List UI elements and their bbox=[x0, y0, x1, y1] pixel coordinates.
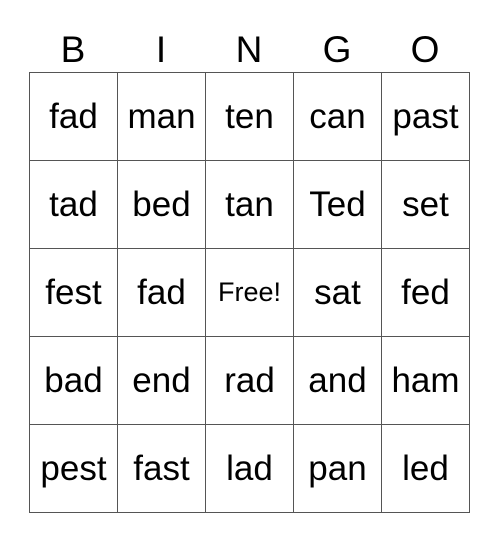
bingo-cell[interactable]: and bbox=[294, 337, 382, 425]
bingo-cell[interactable]: sat bbox=[294, 249, 382, 337]
bingo-cell[interactable]: bed bbox=[118, 161, 206, 249]
bingo-cell[interactable]: pan bbox=[294, 425, 382, 513]
bingo-cell[interactable]: set bbox=[382, 161, 470, 249]
header-letter-g: G bbox=[322, 29, 352, 70]
bingo-cell[interactable]: ten bbox=[206, 73, 294, 161]
bingo-cell[interactable]: man bbox=[118, 73, 206, 161]
bingo-cell[interactable]: tad bbox=[30, 161, 118, 249]
bingo-cell[interactable]: fad bbox=[30, 73, 118, 161]
bingo-cell[interactable]: fed bbox=[382, 249, 470, 337]
bingo-grid: fad man ten can past tad bed tan Ted set fest fad Fr… bbox=[29, 72, 470, 513]
bingo-cell[interactable]: bad bbox=[30, 337, 118, 425]
bingo-cell[interactable]: can bbox=[294, 73, 382, 161]
bingo-cell[interactable]: fest bbox=[30, 249, 118, 337]
bingo-cell[interactable]: rad bbox=[206, 337, 294, 425]
bingo-cell[interactable]: pest bbox=[30, 425, 118, 513]
bingo-cell[interactable]: end bbox=[118, 337, 206, 425]
bingo-header: B I N G O bbox=[29, 28, 469, 72]
bingo-cell[interactable]: Ted bbox=[294, 161, 382, 249]
bingo-cell[interactable]: lad bbox=[206, 425, 294, 513]
header-letter-n: N bbox=[235, 29, 263, 70]
bingo-cell[interactable]: led bbox=[382, 425, 470, 513]
header-letter-b: B bbox=[60, 29, 86, 70]
free-space-cell[interactable]: Free! bbox=[206, 249, 294, 337]
bingo-cell[interactable]: fast bbox=[118, 425, 206, 513]
header-letter-i: I bbox=[155, 29, 167, 70]
bingo-cell[interactable]: past bbox=[382, 73, 470, 161]
bingo-cell[interactable]: tan bbox=[206, 161, 294, 249]
bingo-cell[interactable]: ham bbox=[382, 337, 470, 425]
bingo-cell[interactable]: fad bbox=[118, 249, 206, 337]
header-letter-o: O bbox=[410, 29, 440, 70]
